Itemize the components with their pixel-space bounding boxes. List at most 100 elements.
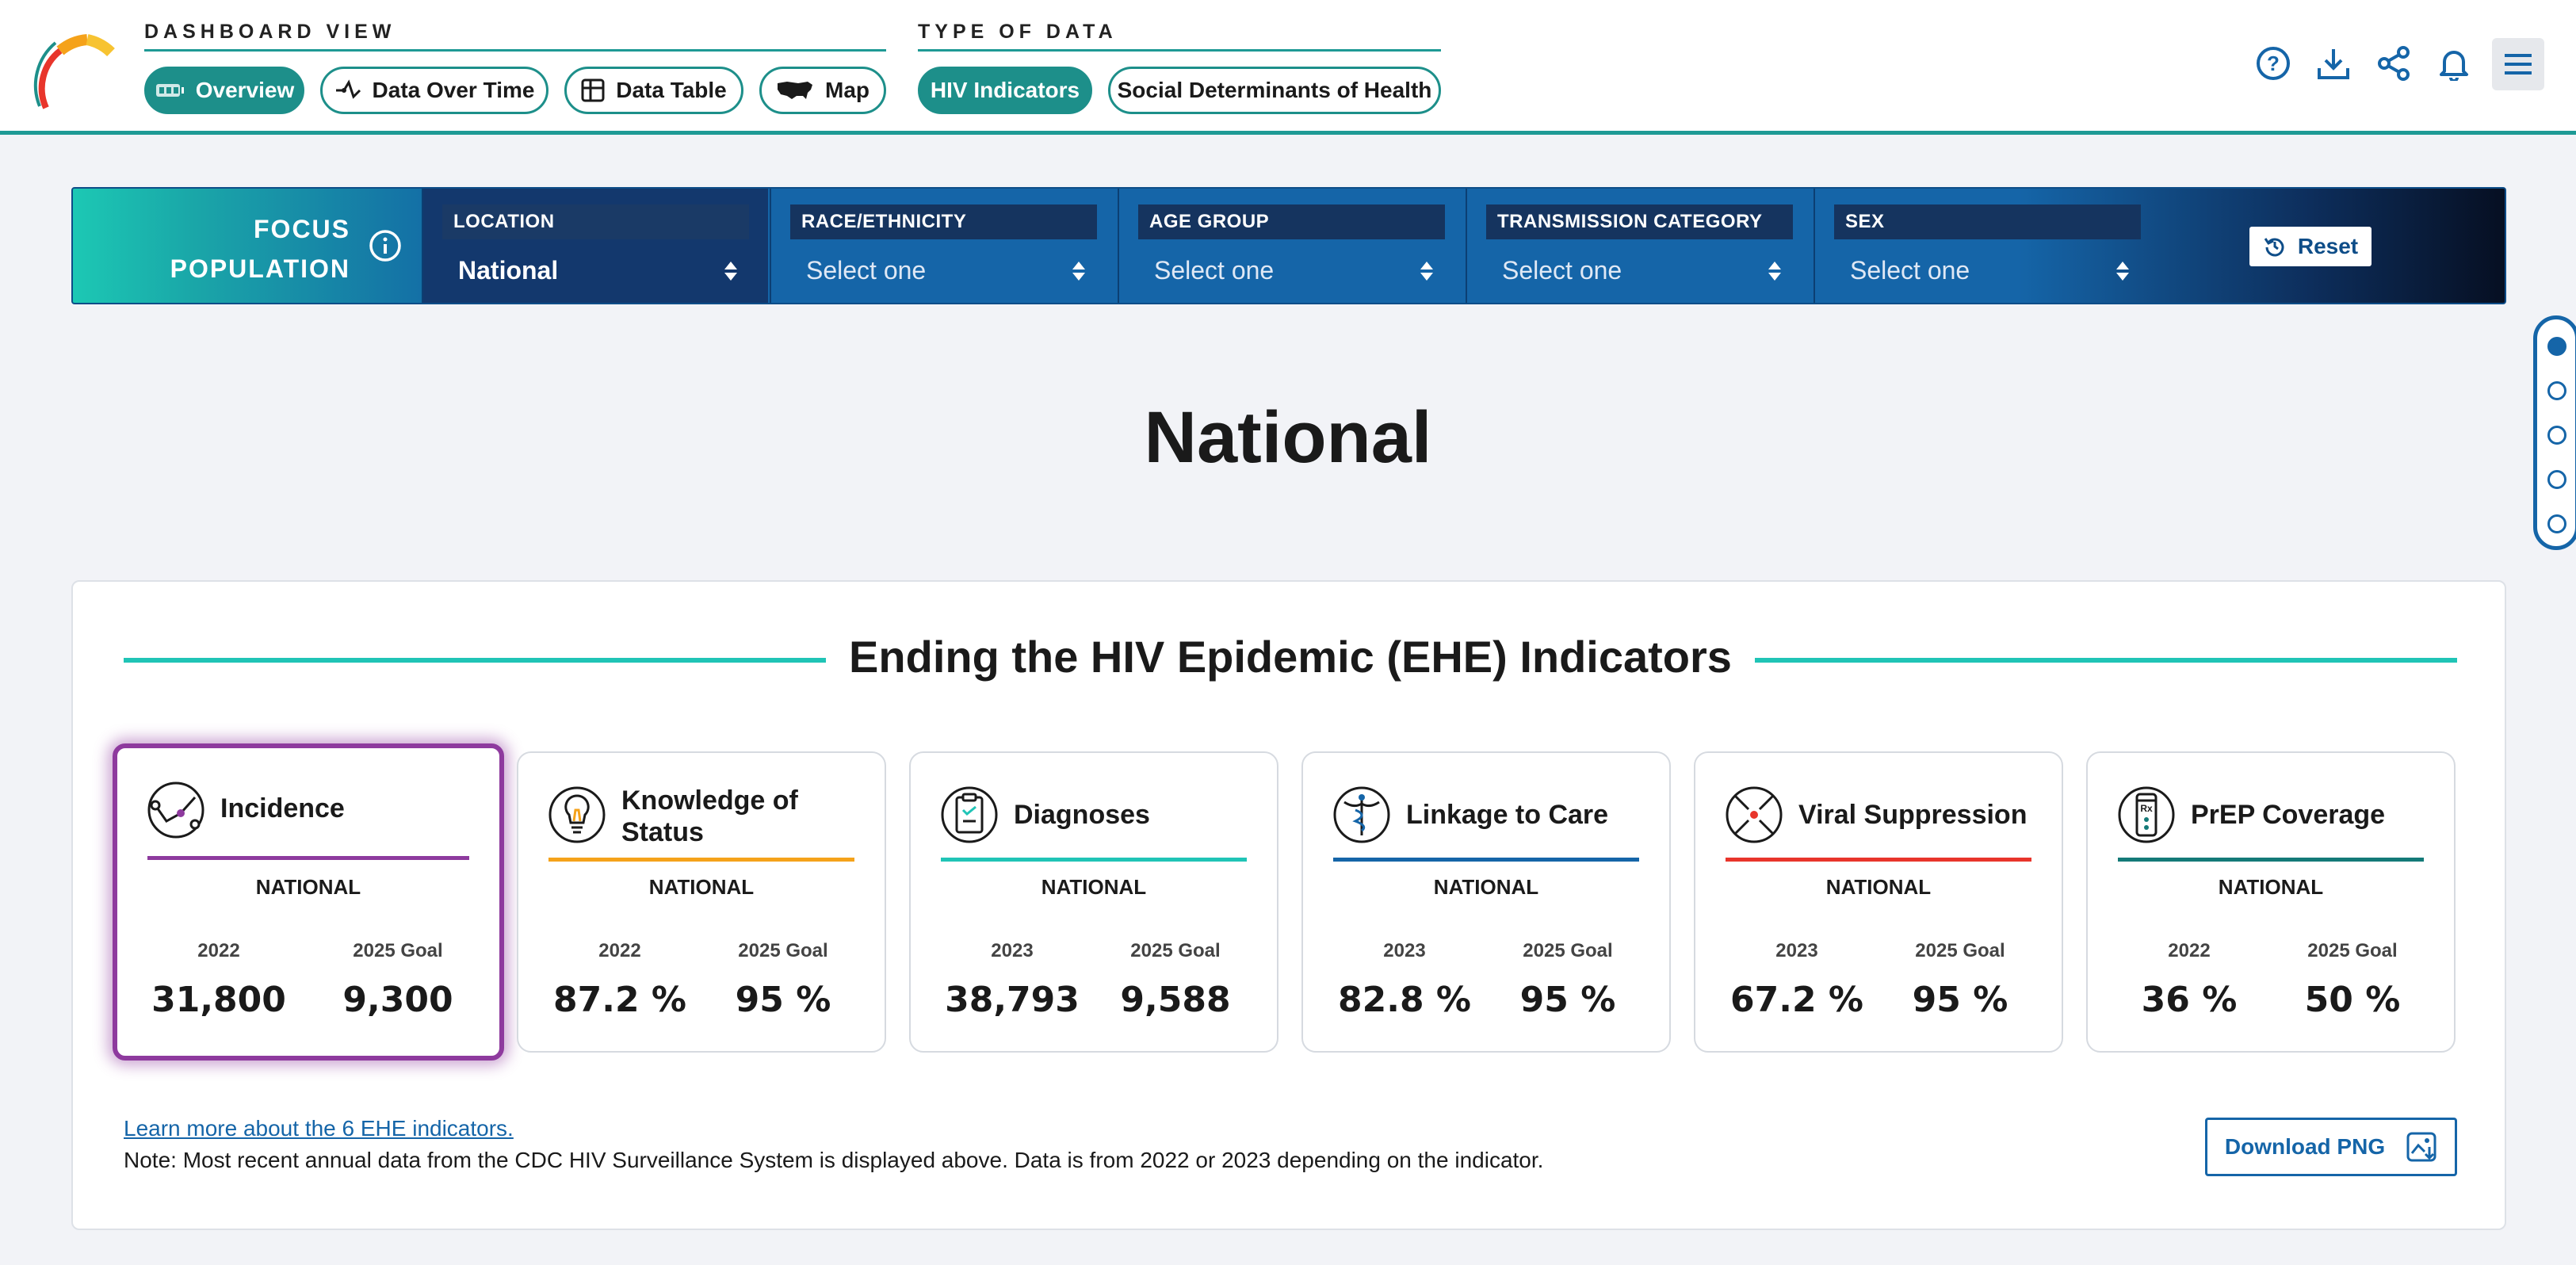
indicator-year-value: 36 % — [2141, 980, 2238, 1020]
social-determinants-label: Social Determinants of Health — [1117, 78, 1432, 102]
indicator-card-linkage-to-care[interactable]: Linkage to Care NATIONAL 2023 82.8 % 202… — [1301, 751, 1671, 1053]
indicator-title: Diagnoses — [1014, 800, 1150, 830]
indicator-year-label: 2023 — [1775, 940, 1818, 961]
indicator-goal-value: 50 % — [2304, 980, 2401, 1020]
view-overview-label: Overview — [195, 78, 295, 102]
indicator-goal: 2025 Goal 50 % — [2273, 940, 2432, 1020]
select-caret-icon — [1420, 262, 1433, 281]
indicator-scope: NATIONAL — [648, 875, 755, 899]
focus-population-label: FOCUS POPULATION — [170, 209, 350, 289]
share-icon[interactable] — [2373, 43, 2414, 84]
indicator-rule — [941, 858, 1247, 862]
sex-select[interactable]: SEX Select one — [1814, 189, 2160, 303]
indicator-card-knowledge-of-status[interactable]: Knowledge of Status NATIONAL 2022 87.2 %… — [517, 751, 886, 1053]
view-map-button[interactable]: Map — [759, 67, 886, 114]
location-value: National — [458, 256, 559, 285]
social-determinants-button[interactable]: Social Determinants of Health — [1108, 67, 1441, 114]
indicator-goal-label: 2025 Goal — [1915, 940, 2005, 961]
indicator-year-label: 2022 — [598, 940, 641, 961]
section-nav-dot[interactable] — [2547, 514, 2566, 533]
hiv-indicators-label: HIV Indicators — [930, 78, 1080, 102]
view-data-table-button[interactable]: Data Table — [564, 67, 743, 114]
gauge-icon — [155, 79, 185, 101]
reset-icon — [2264, 238, 2284, 257]
view-data-over-time-button[interactable]: Data Over Time — [320, 67, 548, 114]
indicator-title: Viral Suppression — [1798, 800, 2028, 830]
race-ethnicity-label: RACE/ETHNICITY — [790, 204, 1097, 239]
lightbulb-icon — [548, 786, 606, 843]
location-select[interactable]: LOCATION National — [422, 189, 768, 303]
caduceus-icon — [1333, 786, 1390, 843]
ehe-title: Ending the HIV Epidemic (EHE) Indicators — [849, 632, 1732, 682]
focus-label-line2: POPULATION — [170, 254, 350, 283]
image-download-icon — [2406, 1132, 2436, 1162]
focus-population-block: FOCUS POPULATION — [73, 189, 422, 303]
indicator-year-value: 38,793 — [945, 980, 1080, 1020]
age-group-label: AGE GROUP — [1138, 204, 1445, 239]
indicator-rule — [147, 856, 469, 860]
top-bar: DASHBOARD VIEW Overview Data Over Time D… — [0, 0, 2576, 135]
ehe-indicators-panel: Ending the HIV Epidemic (EHE) Indicators… — [71, 580, 2506, 1230]
indicator-year-label: 2022 — [197, 940, 240, 961]
download-png-button[interactable]: Download PNG — [2205, 1118, 2457, 1176]
view-map-label: Map — [825, 78, 869, 102]
indicator-goal-label: 2025 Goal — [1523, 940, 1613, 961]
transmission-category-label: TRANSMISSION CATEGORY — [1486, 204, 1793, 239]
download-png-label: Download PNG — [2224, 1134, 2386, 1159]
indicator-card-incidence[interactable]: Incidence NATIONAL 2022 31,800 2025 Goal… — [113, 743, 504, 1061]
indicator-goal: 2025 Goal 95 % — [1881, 940, 2039, 1020]
indicator-goal: 2025 Goal 9,300 — [319, 940, 477, 1020]
virus-suppression-icon — [1726, 786, 1783, 843]
indicator-year-label: 2023 — [991, 940, 1034, 961]
trend-icon — [334, 79, 361, 101]
indicator-current: 2023 82.8 % — [1325, 940, 1484, 1020]
dashboard-logo-icon[interactable] — [24, 19, 119, 114]
indicator-title: Knowledge of Status — [621, 785, 798, 847]
select-caret-icon — [1072, 262, 1085, 281]
type-of-data-divider — [918, 49, 1441, 52]
indicator-goal-label: 2025 Goal — [2307, 940, 2398, 961]
indicator-current: 2022 87.2 % — [541, 940, 699, 1020]
indicator-goal-value: 95 % — [735, 980, 831, 1020]
indicator-goal-label: 2025 Goal — [353, 940, 443, 961]
select-caret-icon — [1768, 262, 1781, 281]
indicator-goal-value: 9,300 — [342, 980, 453, 1020]
download-icon[interactable] — [2313, 43, 2354, 84]
transmission-category-select[interactable]: TRANSMISSION CATEGORY Select one — [1466, 189, 1812, 303]
race-ethnicity-select[interactable]: RACE/ETHNICITY Select one — [770, 189, 1116, 303]
view-overview-button[interactable]: Overview — [144, 67, 304, 114]
indicator-goal: 2025 Goal 95 % — [704, 940, 862, 1020]
hiv-indicators-button[interactable]: HIV Indicators — [918, 67, 1092, 114]
indicator-card-diagnoses[interactable]: Diagnoses NATIONAL 2023 38,793 2025 Goal… — [909, 751, 1278, 1053]
indicator-current: 2023 67.2 % — [1718, 940, 1876, 1020]
info-icon[interactable] — [368, 228, 403, 263]
indicator-goal-label: 2025 Goal — [738, 940, 828, 961]
indicator-goal: 2025 Goal 95 % — [1489, 940, 1647, 1020]
data-source-note: Note: Most recent annual data from the C… — [124, 1148, 1544, 1172]
indicator-card-viral-suppression[interactable]: Viral Suppression NATIONAL 2023 67.2 % 2… — [1694, 751, 2063, 1053]
indicator-year-value: 67.2 % — [1730, 980, 1863, 1020]
indicator-rule — [2118, 858, 2424, 862]
age-group-select[interactable]: AGE GROUP Select one — [1118, 189, 1464, 303]
indicator-scope: NATIONAL — [1041, 875, 1147, 899]
race-ethnicity-value: Select one — [806, 256, 927, 285]
indicator-rule — [1726, 858, 2031, 862]
incidence-icon — [147, 782, 204, 839]
hamburger-menu-icon[interactable] — [2492, 38, 2544, 90]
section-nav-dot[interactable] — [2547, 337, 2566, 356]
table-icon — [581, 78, 605, 102]
indicator-scope: NATIONAL — [1825, 875, 1932, 899]
dashboard-view-divider — [144, 49, 886, 52]
pill-bottle-icon: Rx — [2118, 786, 2175, 843]
bell-icon[interactable] — [2433, 43, 2475, 84]
indicator-card-prep-coverage[interactable]: Rx PrEP Coverage NATIONAL 2022 36 % 2025… — [2086, 751, 2456, 1053]
indicator-goal-value: 95 % — [1912, 980, 2008, 1020]
indicator-year-value: 87.2 % — [553, 980, 686, 1020]
reset-button[interactable]: Reset — [2249, 227, 2372, 266]
indicator-title: PrEP Coverage — [2191, 800, 2386, 830]
help-icon[interactable]: ? — [2253, 43, 2294, 84]
select-caret-icon — [724, 262, 737, 281]
usa-map-icon — [776, 78, 814, 102]
clipboard-icon — [941, 786, 998, 843]
learn-more-link[interactable]: Learn more about the 6 EHE indicators. — [124, 1116, 514, 1141]
